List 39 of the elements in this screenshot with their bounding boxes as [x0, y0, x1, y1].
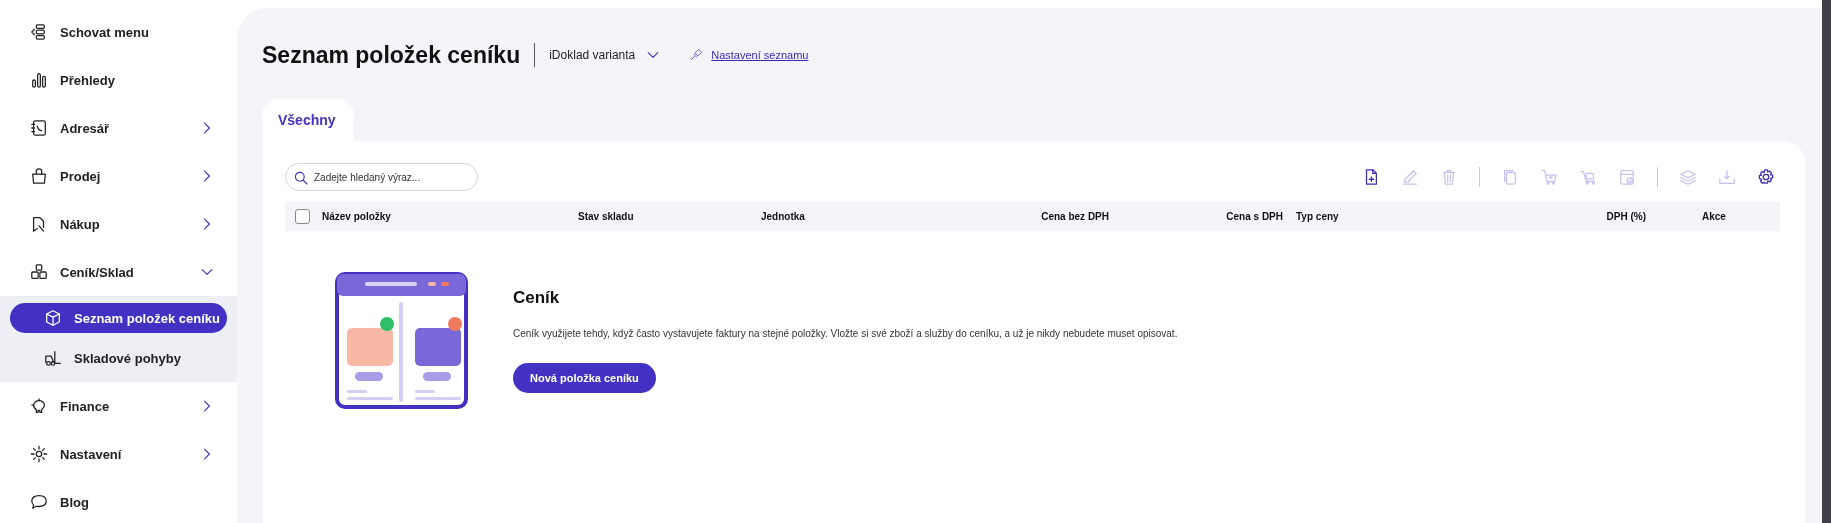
- submenu-item[interactable]: Seznam položek ceníku: [10, 303, 227, 333]
- sidebar-item[interactable]: Schovat menu: [60, 24, 215, 40]
- tab[interactable]: Všechny: [262, 99, 354, 141]
- address-book-icon: [30, 119, 48, 137]
- new-item-button[interactable]: Nová položka ceníku: [513, 363, 656, 393]
- checkbox[interactable]: [295, 209, 310, 224]
- column-header: Stav skladu: [578, 211, 635, 222]
- column-header: Typ ceny: [1295, 211, 1340, 222]
- search-field[interactable]: Zadejte hledaný výraz...: [285, 163, 478, 191]
- brush-icon: [689, 48, 704, 62]
- variant-dropdown[interactable]: iDoklad varianta: [549, 47, 662, 63]
- list-icon: [30, 23, 48, 41]
- sidebar-item[interactable]: Ceník/Sklad: [60, 264, 187, 280]
- empty-state-text: Ceník využijete tehdy, když často vystavujete faktury na stejné položky. Vložte si své zboží a služby do ceníku, a už je nikdy nebudete muset opisovat.: [513, 328, 1178, 339]
- sidebar-item[interactable]: Adresář: [60, 120, 187, 136]
- sidebar-item[interactable]: Přehledy: [60, 72, 215, 88]
- column-header: DPH (%): [1605, 211, 1646, 222]
- speech-bubble-icon: [30, 493, 48, 511]
- forklift-icon: [44, 349, 62, 367]
- sidebar-item[interactable]: Finance: [60, 398, 187, 414]
- column-header: Cena s DPH: [1225, 211, 1283, 222]
- sidebar-item[interactable]: Nákup: [60, 216, 187, 232]
- sidebar-item[interactable]: Blog: [60, 494, 215, 510]
- settings-link[interactable]: Nastavení seznamu: [711, 49, 809, 61]
- page-title: Seznam položek ceníku: [262, 41, 521, 69]
- package-icon: [44, 309, 62, 327]
- shopping-bag-icon: [30, 167, 48, 185]
- submenu-item[interactable]: Skladové pohyby: [10, 339, 227, 377]
- column-header: Jednotka: [761, 211, 806, 222]
- column-header: Cena bez DPH: [1040, 211, 1109, 222]
- bar-chart-icon: [30, 71, 48, 89]
- settings-icon[interactable]: [1757, 168, 1775, 186]
- boxes-icon: [30, 263, 48, 281]
- column-header: Akce: [1701, 211, 1727, 222]
- empty-state-title: Ceník: [513, 288, 560, 308]
- column-header: Název položky: [322, 211, 392, 222]
- sidebar-item[interactable]: Nastavení: [60, 446, 187, 462]
- search-icon: [293, 170, 309, 186]
- sidebar-item[interactable]: Prodej: [60, 168, 187, 184]
